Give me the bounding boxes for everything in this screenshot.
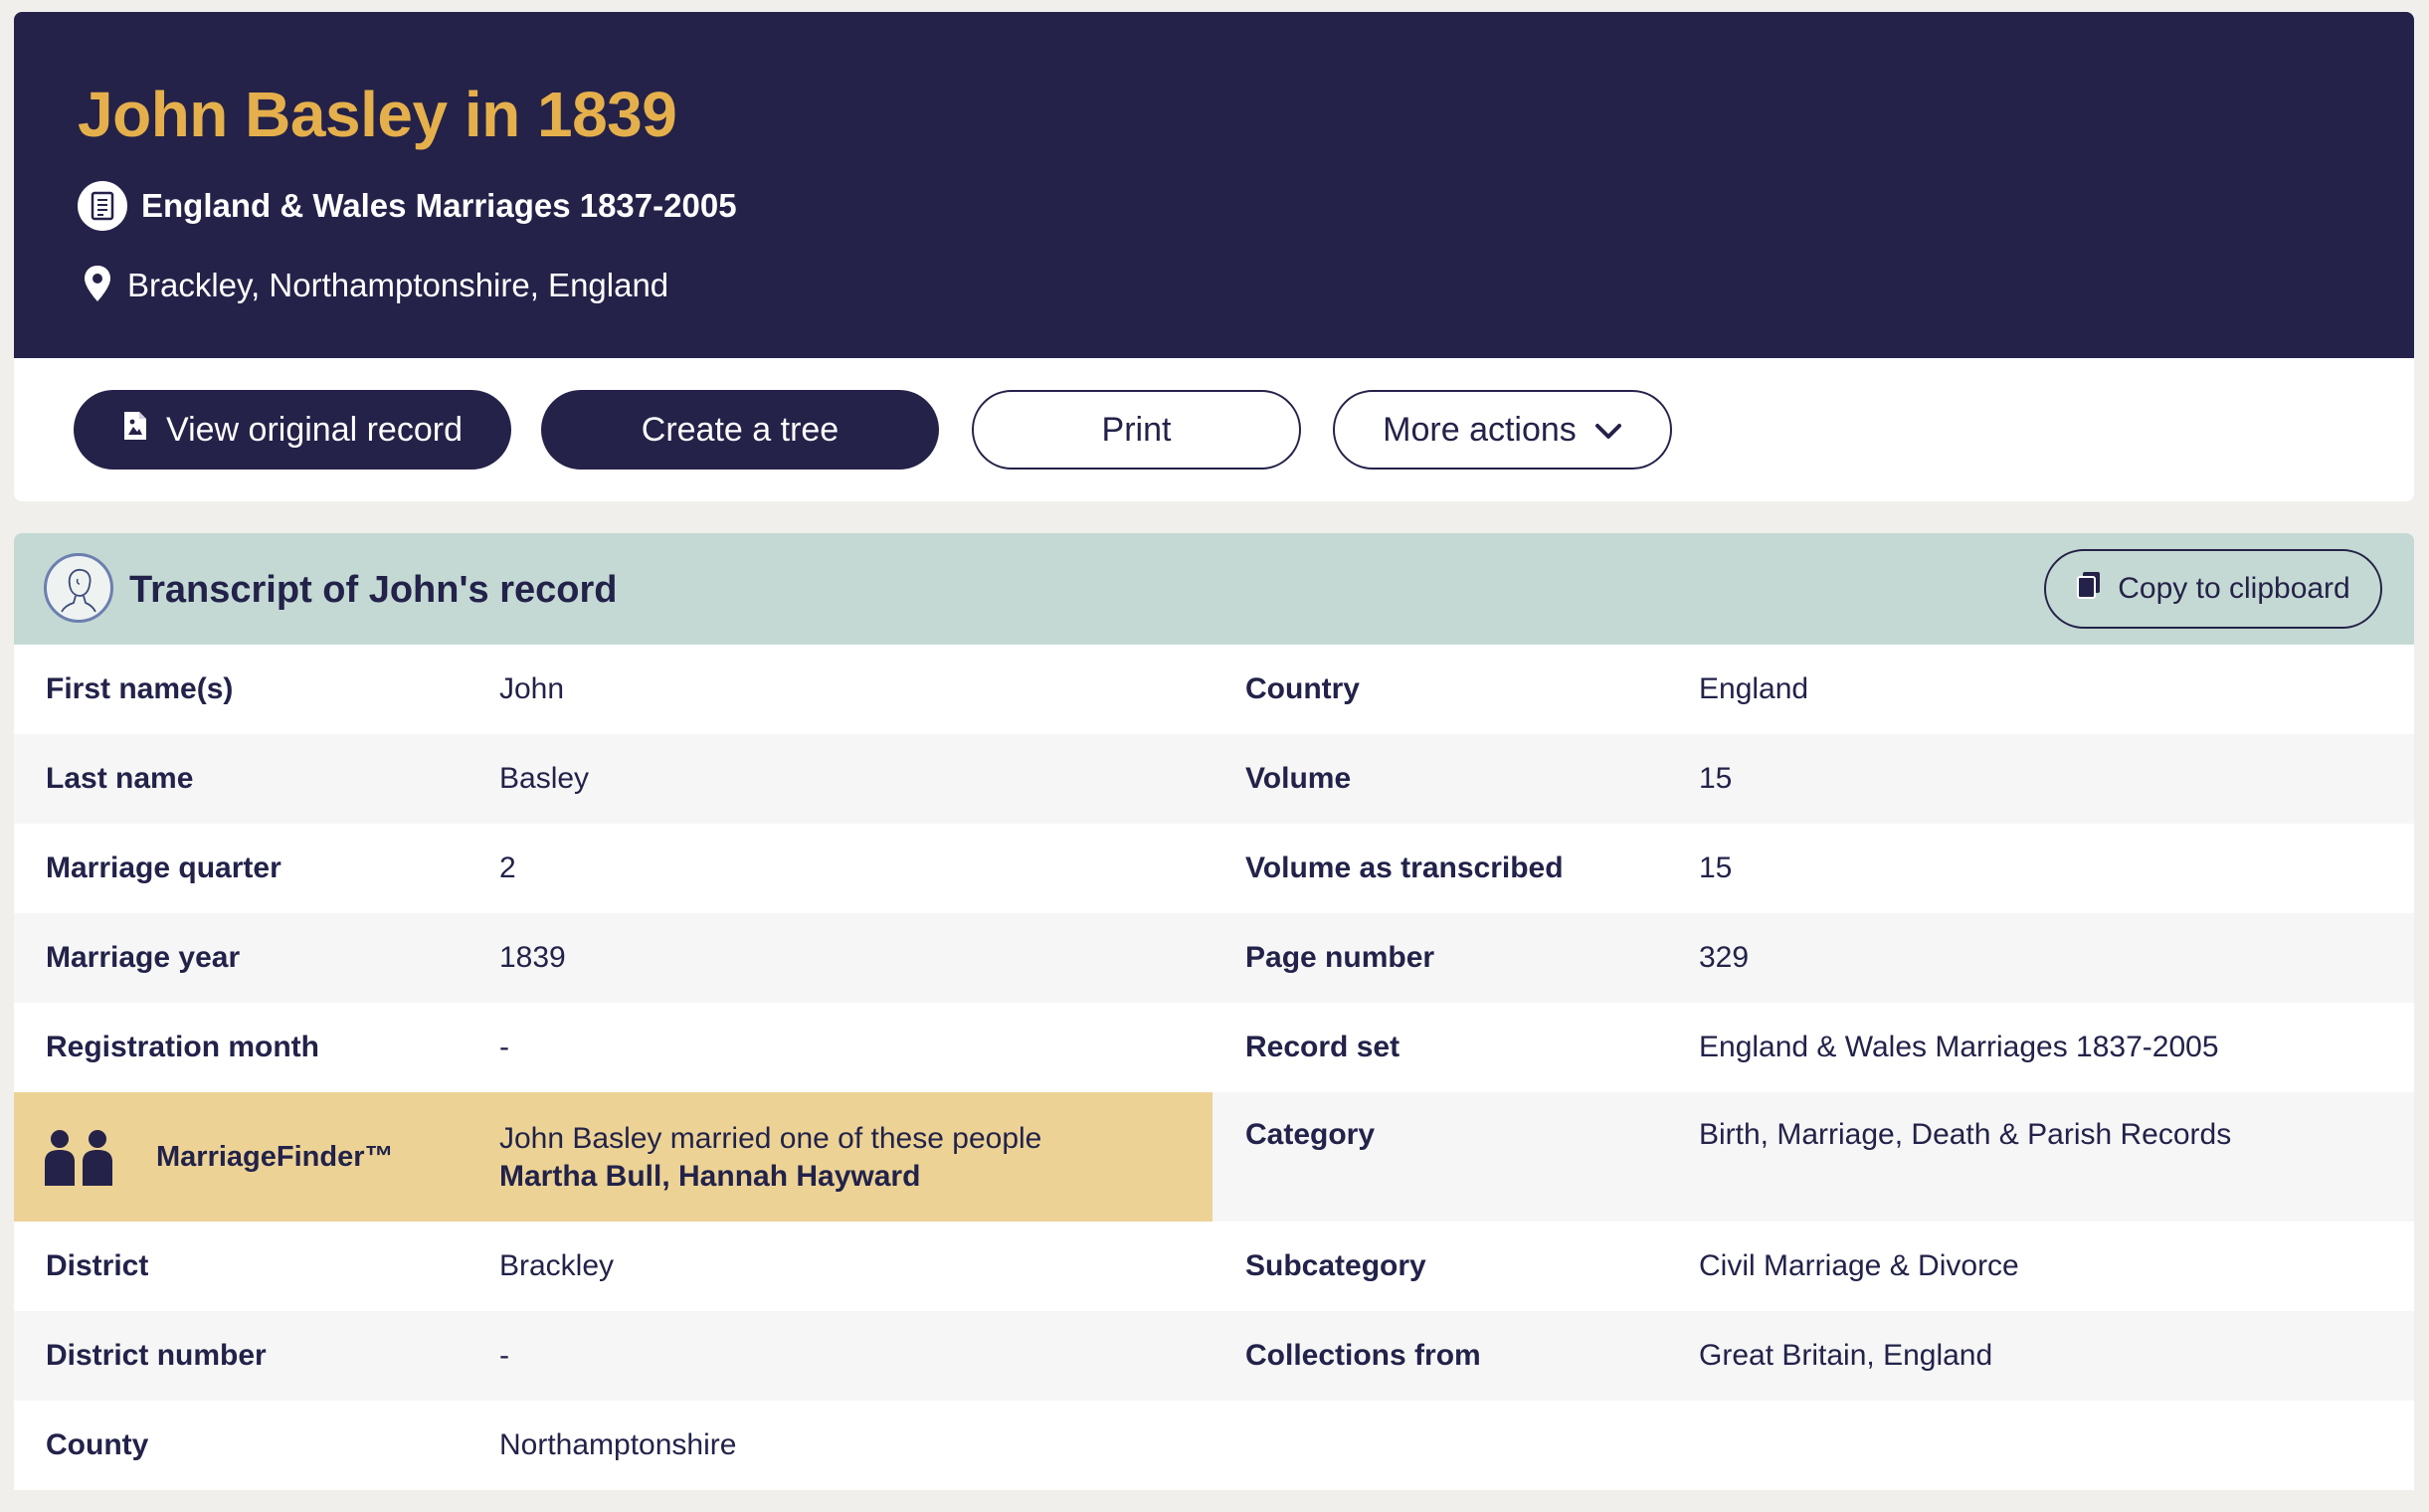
table-row: Marriage quarter 2 Volume as transcribed… bbox=[14, 824, 2414, 913]
portrait-icon bbox=[44, 553, 113, 623]
field-label: Category bbox=[1245, 1118, 1376, 1151]
collection-name[interactable]: England & Wales Marriages 1837-2005 bbox=[141, 187, 737, 225]
marriagefinder-panel: MarriageFinder™ John Basley married one … bbox=[14, 1092, 1213, 1222]
field-label: District bbox=[46, 1249, 149, 1282]
marriagefinder-spouse-names[interactable]: Martha Bull, Hannah Hayward bbox=[499, 1158, 1041, 1196]
table-row: Marriage year 1839 Page number 329 bbox=[14, 913, 2414, 1003]
location-text: Brackley, Northamptonshire, England bbox=[127, 267, 669, 303]
field-value: Northamptonshire bbox=[499, 1428, 737, 1461]
field-label: Subcategory bbox=[1245, 1249, 1426, 1282]
table-row: Last name Basley Volume 15 bbox=[14, 734, 2414, 824]
document-icon bbox=[78, 181, 127, 231]
create-tree-button[interactable]: Create a tree bbox=[541, 390, 939, 470]
field-label: Page number bbox=[1245, 941, 1435, 974]
print-label: Print bbox=[1101, 410, 1172, 449]
field-label: Volume bbox=[1245, 762, 1352, 795]
marriagefinder-description: John Basley married one of these people bbox=[499, 1122, 1042, 1155]
field-value: England bbox=[1699, 672, 1809, 705]
page-title: John Basley in 1839 bbox=[78, 79, 677, 150]
table-row: Registration month - Record set England … bbox=[14, 1003, 2414, 1092]
transcript-title: Transcript of John's record bbox=[129, 569, 618, 611]
view-original-record-label: View original record bbox=[166, 410, 463, 449]
field-label: Collections from bbox=[1245, 1339, 1481, 1372]
field-value: - bbox=[499, 1031, 509, 1063]
more-actions-label: More actions bbox=[1383, 410, 1577, 449]
field-label: Marriage quarter bbox=[46, 851, 281, 884]
field-value: - bbox=[499, 1339, 509, 1372]
field-value: John bbox=[499, 672, 565, 705]
marriagefinder-text: John Basley married one of these people … bbox=[499, 1120, 1041, 1196]
table-row: MarriageFinder™ John Basley married one … bbox=[14, 1092, 2414, 1222]
transcript-header: Transcript of John's record Copy to clip… bbox=[14, 533, 2414, 645]
marriagefinder-label: MarriageFinder™ bbox=[156, 1140, 394, 1173]
field-label: Volume as transcribed bbox=[1245, 851, 1564, 884]
field-label: Country bbox=[1245, 672, 1360, 705]
field-label: Record set bbox=[1245, 1031, 1401, 1063]
field-value: Civil Marriage & Divorce bbox=[1699, 1249, 2019, 1282]
field-label: District number bbox=[46, 1339, 267, 1372]
field-label: Last name bbox=[46, 762, 194, 795]
clipboard-icon bbox=[2076, 570, 2102, 608]
field-value: 2 bbox=[499, 851, 516, 884]
table-row: District number - Collections from Great… bbox=[14, 1311, 2414, 1401]
field-value: Great Britain, England bbox=[1699, 1339, 1993, 1372]
field-label: Registration month bbox=[46, 1031, 319, 1063]
field-value: Birth, Marriage, Death & Parish Records bbox=[1699, 1118, 2232, 1151]
field-label: First name(s) bbox=[46, 672, 234, 705]
copy-to-clipboard-button[interactable]: Copy to clipboard bbox=[2044, 549, 2382, 629]
field-value: 329 bbox=[1699, 941, 1750, 974]
field-value: 15 bbox=[1699, 762, 1733, 795]
view-original-record-button[interactable]: View original record bbox=[74, 390, 511, 470]
transcript-table: First name(s) John Country England Last … bbox=[14, 645, 2414, 1490]
action-bar: View original record Create a tree Print… bbox=[14, 358, 2414, 501]
field-value: Basley bbox=[499, 762, 590, 795]
record-header: John Basley in 1839 England & Wales Marr… bbox=[14, 12, 2414, 358]
copy-to-clipboard-label: Copy to clipboard bbox=[2118, 572, 2350, 605]
chevron-down-icon bbox=[1594, 411, 1622, 450]
couple-icon bbox=[44, 1128, 113, 1191]
print-button[interactable]: Print bbox=[972, 390, 1301, 470]
more-actions-button[interactable]: More actions bbox=[1333, 390, 1672, 470]
location-line: Brackley, Northamptonshire, England bbox=[84, 261, 668, 310]
field-label: Marriage year bbox=[46, 941, 241, 974]
field-value: 1839 bbox=[499, 941, 566, 974]
table-row: First name(s) John Country England bbox=[14, 645, 2414, 734]
field-label: County bbox=[46, 1428, 149, 1461]
image-file-icon bbox=[122, 410, 148, 451]
collection-line: England & Wales Marriages 1837-2005 bbox=[78, 181, 737, 231]
field-value: England & Wales Marriages 1837-2005 bbox=[1699, 1031, 2219, 1063]
map-pin-icon bbox=[84, 265, 111, 307]
table-row: District Brackley Subcategory Civil Marr… bbox=[14, 1222, 2414, 1311]
table-row: County Northamptonshire bbox=[14, 1401, 2414, 1490]
create-tree-label: Create a tree bbox=[641, 410, 840, 449]
field-value: 15 bbox=[1699, 851, 1733, 884]
field-value: Brackley bbox=[499, 1249, 615, 1282]
